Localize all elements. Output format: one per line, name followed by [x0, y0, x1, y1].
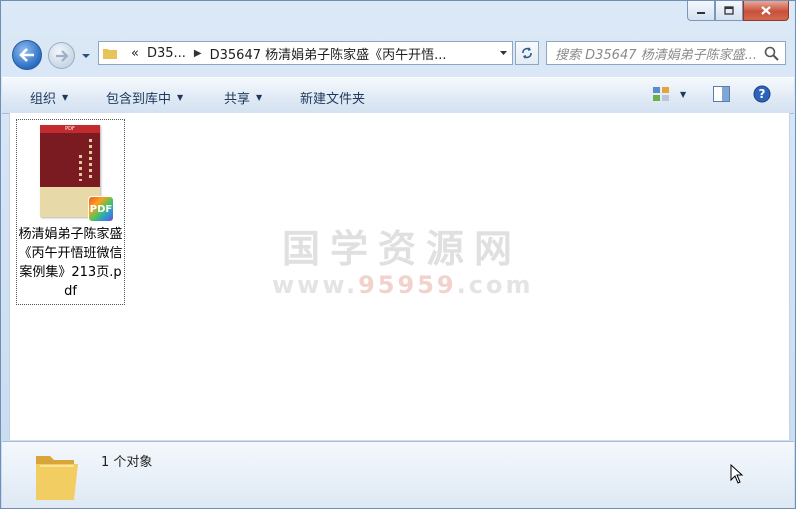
refresh-icon: [522, 47, 532, 59]
caption-buttons: [687, 1, 789, 21]
share-label: 共享: [224, 92, 251, 107]
forward-button[interactable]: [48, 42, 75, 69]
minimize-icon: [697, 11, 705, 14]
help-button[interactable]: ?: [753, 85, 771, 103]
dropdown-arrow-icon: ▼: [62, 93, 69, 102]
watermark-url-suffix: .com: [456, 271, 534, 299]
explorer-window: « D35... ▶ D35647 杨清娟弟子陈家盛《丙午开悟... 搜索 D3…: [0, 0, 796, 509]
maximize-button[interactable]: [715, 1, 743, 21]
watermark-url: www.95959.com: [272, 271, 532, 299]
folder-icon: [36, 456, 78, 500]
preview-pane-icon: [713, 86, 730, 102]
preview-pane-button[interactable]: [713, 86, 730, 102]
dropdown-arrow-icon: ▼: [177, 93, 184, 102]
arrow-left-icon: [19, 48, 34, 62]
folder-icon: [103, 49, 117, 59]
chevron-right-icon[interactable]: ▶: [194, 48, 202, 59]
breadcrumb-segment[interactable]: D35...: [147, 46, 186, 61]
address-bar[interactable]: « D35... ▶ D35647 杨清娟弟子陈家盛《丙午开悟...: [98, 41, 513, 65]
share-button[interactable]: 共享 ▼: [224, 88, 262, 107]
mouse-cursor-icon: [730, 464, 744, 484]
history-dropdown-icon[interactable]: [81, 52, 91, 60]
search-input[interactable]: 搜索 D35647 杨清娟弟子陈家盛...: [547, 44, 763, 63]
watermark: 国学资源网 www.95959.com: [272, 218, 532, 299]
back-button[interactable]: [12, 40, 42, 70]
close-button[interactable]: [743, 1, 789, 21]
address-dropdown-icon[interactable]: [499, 50, 508, 57]
command-bar: 组织 ▼ 包含到库中 ▼ 共享 ▼ 新建文件夹 ▼ ?: [2, 77, 794, 114]
breadcrumb: « D35... ▶ D35647 杨清娟弟子陈家盛《丙午开悟...: [131, 44, 447, 63]
close-icon: [761, 6, 771, 15]
dropdown-arrow-icon: ▼: [256, 93, 263, 102]
dropdown-arrow-icon: ▼: [680, 89, 687, 99]
arrow-right-icon: [55, 49, 69, 62]
watermark-url-prefix: www.: [272, 271, 359, 299]
minimize-button[interactable]: [687, 1, 715, 21]
breadcrumb-overflow[interactable]: «: [131, 46, 139, 61]
svg-text:?: ?: [759, 87, 766, 101]
pdf-file-icon: PDF: [89, 197, 113, 221]
search-icon[interactable]: [764, 46, 779, 61]
new-folder-button[interactable]: 新建文件夹: [300, 88, 365, 107]
include-library-button[interactable]: 包含到库中 ▼: [106, 88, 183, 107]
view-grid-icon: [653, 87, 669, 101]
search-box[interactable]: 搜索 D35647 杨清娟弟子陈家盛...: [546, 41, 786, 65]
organize-label: 组织: [30, 92, 57, 107]
include-library-label: 包含到库中: [106, 92, 172, 107]
watermark-title: 国学资源网: [281, 227, 522, 271]
help-icon: ?: [753, 85, 771, 103]
view-options-button[interactable]: ▼: [652, 86, 686, 102]
file-list-area[interactable]: PDF PDF 杨清娟弟子陈家盛《丙午开悟班微信案例集》213页.pdf 国学资…: [9, 113, 790, 440]
watermark-url-highlight: 95959: [358, 271, 457, 299]
navigation-bar: « D35... ▶ D35647 杨清娟弟子陈家盛《丙午开悟... 搜索 D3…: [1, 37, 795, 71]
file-name[interactable]: 杨清娟弟子陈家盛《丙午开悟班微信案例集》213页.pdf: [17, 225, 124, 301]
organize-button[interactable]: 组织 ▼: [30, 88, 68, 107]
maximize-icon: [724, 6, 734, 15]
file-item-pdf[interactable]: PDF PDF 杨清娟弟子陈家盛《丙午开悟班微信案例集》213页.pdf: [16, 119, 125, 305]
breadcrumb-current[interactable]: D35647 杨清娟弟子陈家盛《丙午开悟...: [210, 44, 447, 63]
details-pane: 1 个对象: [2, 441, 794, 508]
thumb-text-column: [89, 139, 92, 179]
new-folder-label: 新建文件夹: [300, 92, 366, 107]
thumb-header: PDF: [40, 125, 100, 133]
item-count: 1 个对象: [101, 455, 153, 470]
thumb-text-column: [79, 155, 82, 181]
refresh-button[interactable]: [515, 41, 539, 65]
